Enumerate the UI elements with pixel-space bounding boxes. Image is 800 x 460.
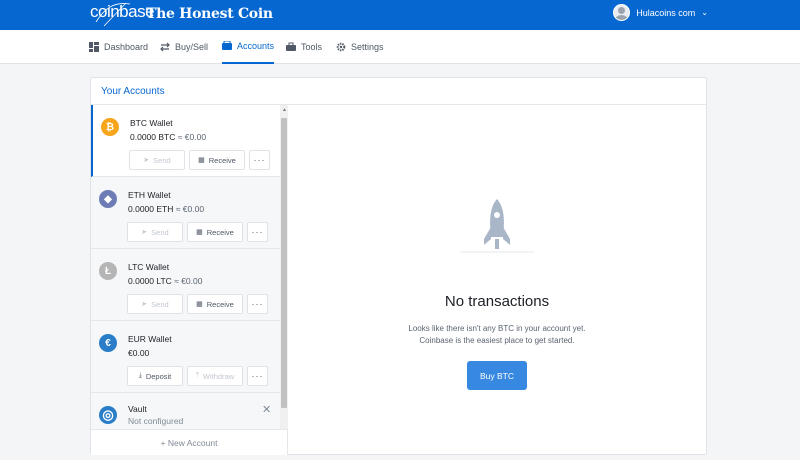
wallet-btc[interactable]: ₿ BTC Wallet 0.0000 BTC ≈ €0.00 ➤ Send ▦ R…	[91, 105, 280, 177]
empty-state-title: No transactions	[444, 293, 550, 310]
crypto-balance: 0.0000 LTC	[128, 276, 172, 286]
tab-label: Accounts	[237, 41, 275, 51]
crypto-balance: 0.0000 BTC	[130, 132, 176, 142]
tab-label: Dashboard	[104, 42, 149, 52]
button-label: Receive	[206, 227, 234, 237]
receive-icon: ▦	[196, 229, 203, 236]
wallet-name: ETH Wallet	[128, 190, 171, 200]
fiat-balance: ≈ €0.00	[177, 132, 207, 142]
rocket-icon	[460, 199, 534, 253]
gear-icon	[336, 42, 346, 52]
button-label: Send	[151, 299, 169, 309]
wallet-name: EUR Wallet	[128, 334, 172, 344]
more-button[interactable]: ···	[247, 222, 268, 242]
empty-state-line: Looks like there isn't any BTC in your a…	[408, 324, 586, 333]
tab-accounts[interactable]: Accounts	[222, 30, 275, 64]
download-icon: ⤓	[138, 372, 142, 379]
wallet-balance: 0.0000 BTC ≈ €0.00	[130, 132, 206, 142]
tab-settings[interactable]: Settings	[336, 30, 384, 64]
scroll-up-icon[interactable]: ▲	[282, 107, 287, 113]
chevron-down-icon[interactable]: ⌄	[701, 8, 708, 17]
ethereum-icon: ◆	[99, 190, 117, 208]
more-button[interactable]: ···	[247, 294, 268, 314]
dashboard-icon	[89, 42, 99, 52]
receive-icon: ▦	[198, 157, 205, 164]
send-button[interactable]: ➤ Send	[129, 150, 185, 170]
euro-icon: €	[99, 334, 117, 352]
crypto-balance: 0.0000 ETH	[128, 204, 174, 214]
button-label: Send	[153, 155, 171, 165]
button-label: Withdraw	[202, 371, 235, 381]
vault-icon: ◎	[99, 406, 117, 424]
wallet-ltc[interactable]: Ł LTC Wallet 0.0000 LTC ≈ €0.00 ➤ Send ▦ R…	[91, 249, 280, 321]
accounts-card: Your Accounts ₿ BTC Wallet 0.0000 BTC ≈ …	[90, 77, 707, 455]
close-icon[interactable]: ✕	[262, 403, 271, 416]
litecoin-icon: Ł	[99, 262, 117, 280]
tab-tools[interactable]: Tools	[286, 30, 322, 64]
tab-buy-sell[interactable]: Buy/Sell	[160, 30, 208, 64]
card-title: Your Accounts	[101, 86, 165, 97]
wallet-eur[interactable]: € EUR Wallet €0.00 ⤓ Deposit ⤒ Withdraw ··…	[91, 321, 280, 393]
fiat-balance: ≈ €0.00	[175, 204, 205, 214]
tools-icon	[286, 42, 296, 51]
button-label: Deposit	[145, 371, 172, 381]
wallet-status: Not configured	[128, 416, 184, 426]
send-icon: ➤	[141, 229, 148, 236]
receive-button[interactable]: ▦ Receive	[187, 294, 243, 314]
scrollbar-thumb[interactable]	[281, 118, 287, 408]
coinbase-logo[interactable]: coinbase	[90, 2, 155, 22]
bitcoin-icon: ₿	[101, 118, 119, 136]
receive-button[interactable]: ▦ Receive	[189, 150, 245, 170]
button-label: Send	[151, 227, 169, 237]
send-icon: ➤	[143, 157, 150, 164]
empty-state-line: Coinbase is the easiest place to get sta…	[419, 336, 575, 345]
avatar[interactable]	[613, 4, 631, 21]
wallet-name: Vault	[128, 404, 147, 414]
wallet-name: LTC Wallet	[128, 262, 170, 272]
buy-btc-button[interactable]: Buy BTC	[467, 361, 527, 390]
wallet-list[interactable]: ₿ BTC Wallet 0.0000 BTC ≈ €0.00 ➤ Send ▦ R…	[91, 105, 288, 429]
wallet-name: BTC Wallet	[130, 118, 173, 128]
send-button[interactable]: ➤ Send	[127, 222, 183, 242]
wallet-balance: 0.0000 LTC ≈ €0.00	[128, 276, 202, 286]
wallet-balance: 0.0000 ETH ≈ €0.00	[128, 204, 204, 214]
new-account-button[interactable]: + New Account	[91, 429, 288, 455]
wallet-balance: €0.00	[128, 348, 150, 358]
brand-title: The Honest Coin	[146, 6, 273, 22]
transactions-panel: No transactions Looks like there isn't a…	[288, 105, 706, 455]
send-icon: ➤	[141, 301, 148, 308]
withdraw-button[interactable]: ⤒ Withdraw	[187, 366, 243, 386]
user-name[interactable]: Hulacoins com	[636, 8, 695, 18]
deposit-button[interactable]: ⤓ Deposit	[127, 366, 183, 386]
wallet-eth[interactable]: ◆ ETH Wallet 0.0000 ETH ≈ €0.00 ➤ Send ▦ R…	[91, 177, 280, 249]
accounts-icon	[222, 41, 232, 50]
tab-label: Buy/Sell	[175, 42, 209, 52]
empty-state-text: Looks like there isn't any BTC in your a…	[288, 323, 706, 347]
button-label: Receive	[206, 299, 234, 309]
wallet-vault[interactable]: ◎ Vault Not configured ✕	[91, 393, 280, 429]
top-bar: coinbase The Honest Coin Hulacoins com ⌄	[0, 0, 800, 30]
fiat-balance: ≈ €0.00	[174, 276, 203, 286]
tab-dashboard[interactable]: Dashboard	[89, 30, 148, 64]
user-menu[interactable]: Hulacoins com ⌄	[613, 4, 708, 21]
receive-icon: ▦	[196, 301, 203, 308]
more-button[interactable]: ···	[247, 366, 268, 386]
main-nav: Dashboard Buy/Sell Accounts Tools Settin…	[0, 30, 800, 64]
upload-icon: ⤒	[195, 372, 199, 379]
buy-sell-icon	[160, 42, 170, 52]
tab-label: Tools	[301, 42, 323, 52]
more-button[interactable]: ···	[249, 150, 270, 170]
send-button[interactable]: ➤ Send	[127, 294, 183, 314]
receive-button[interactable]: ▦ Receive	[187, 222, 243, 242]
button-label: Receive	[208, 155, 236, 165]
tab-label: Settings	[351, 42, 384, 52]
